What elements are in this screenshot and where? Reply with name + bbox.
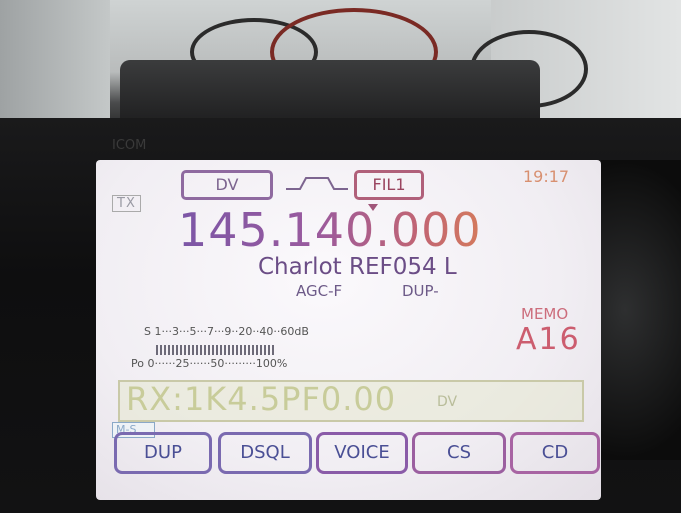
- signal-meter-bar: [156, 345, 276, 355]
- callsign-line: Charlot REF054 L: [258, 254, 457, 280]
- agc-indicator: AGC-F: [296, 282, 343, 300]
- photo-scene: ICOM TX DV FIL1 19:17 145.140.000 Charlo…: [0, 0, 681, 513]
- duplex-indicator: DUP-: [402, 282, 439, 300]
- softkey-row: DUP DSQL VOICE CS CD: [114, 432, 600, 474]
- rx-mode: DV: [437, 394, 458, 410]
- filter-shape-icon: [286, 177, 348, 190]
- rx-text: RX:1K4.5PF0.00: [126, 380, 397, 418]
- dup-softkey[interactable]: DUP: [114, 432, 212, 474]
- filter-button[interactable]: FIL1: [354, 170, 424, 200]
- tuning-knob: [601, 160, 681, 460]
- cs-softkey[interactable]: CS: [412, 432, 506, 474]
- tx-indicator: TX: [112, 195, 141, 212]
- memo-label: MEMO: [521, 305, 569, 323]
- background-wall: [0, 0, 110, 120]
- s-meter-scale: S 1···3···5···7···9··20··40··60dB: [144, 325, 309, 338]
- radio-brand-logo: ICOM: [112, 138, 147, 153]
- radio-display: TX DV FIL1 19:17 145.140.000 Charlot REF…: [96, 160, 601, 500]
- mode-button[interactable]: DV: [181, 170, 273, 200]
- clock: 19:17: [523, 167, 570, 186]
- power-scale: Po 0······25······50·········100%: [131, 357, 288, 370]
- frequency-readout[interactable]: 145.140.000: [178, 203, 482, 257]
- dsql-softkey[interactable]: DSQL: [218, 432, 312, 474]
- rx-info-box: RX:1K4.5PF0.00 DV: [118, 380, 584, 422]
- memo-channel[interactable]: A16: [516, 322, 581, 357]
- cd-softkey[interactable]: CD: [510, 432, 600, 474]
- voice-softkey[interactable]: VOICE: [316, 432, 408, 474]
